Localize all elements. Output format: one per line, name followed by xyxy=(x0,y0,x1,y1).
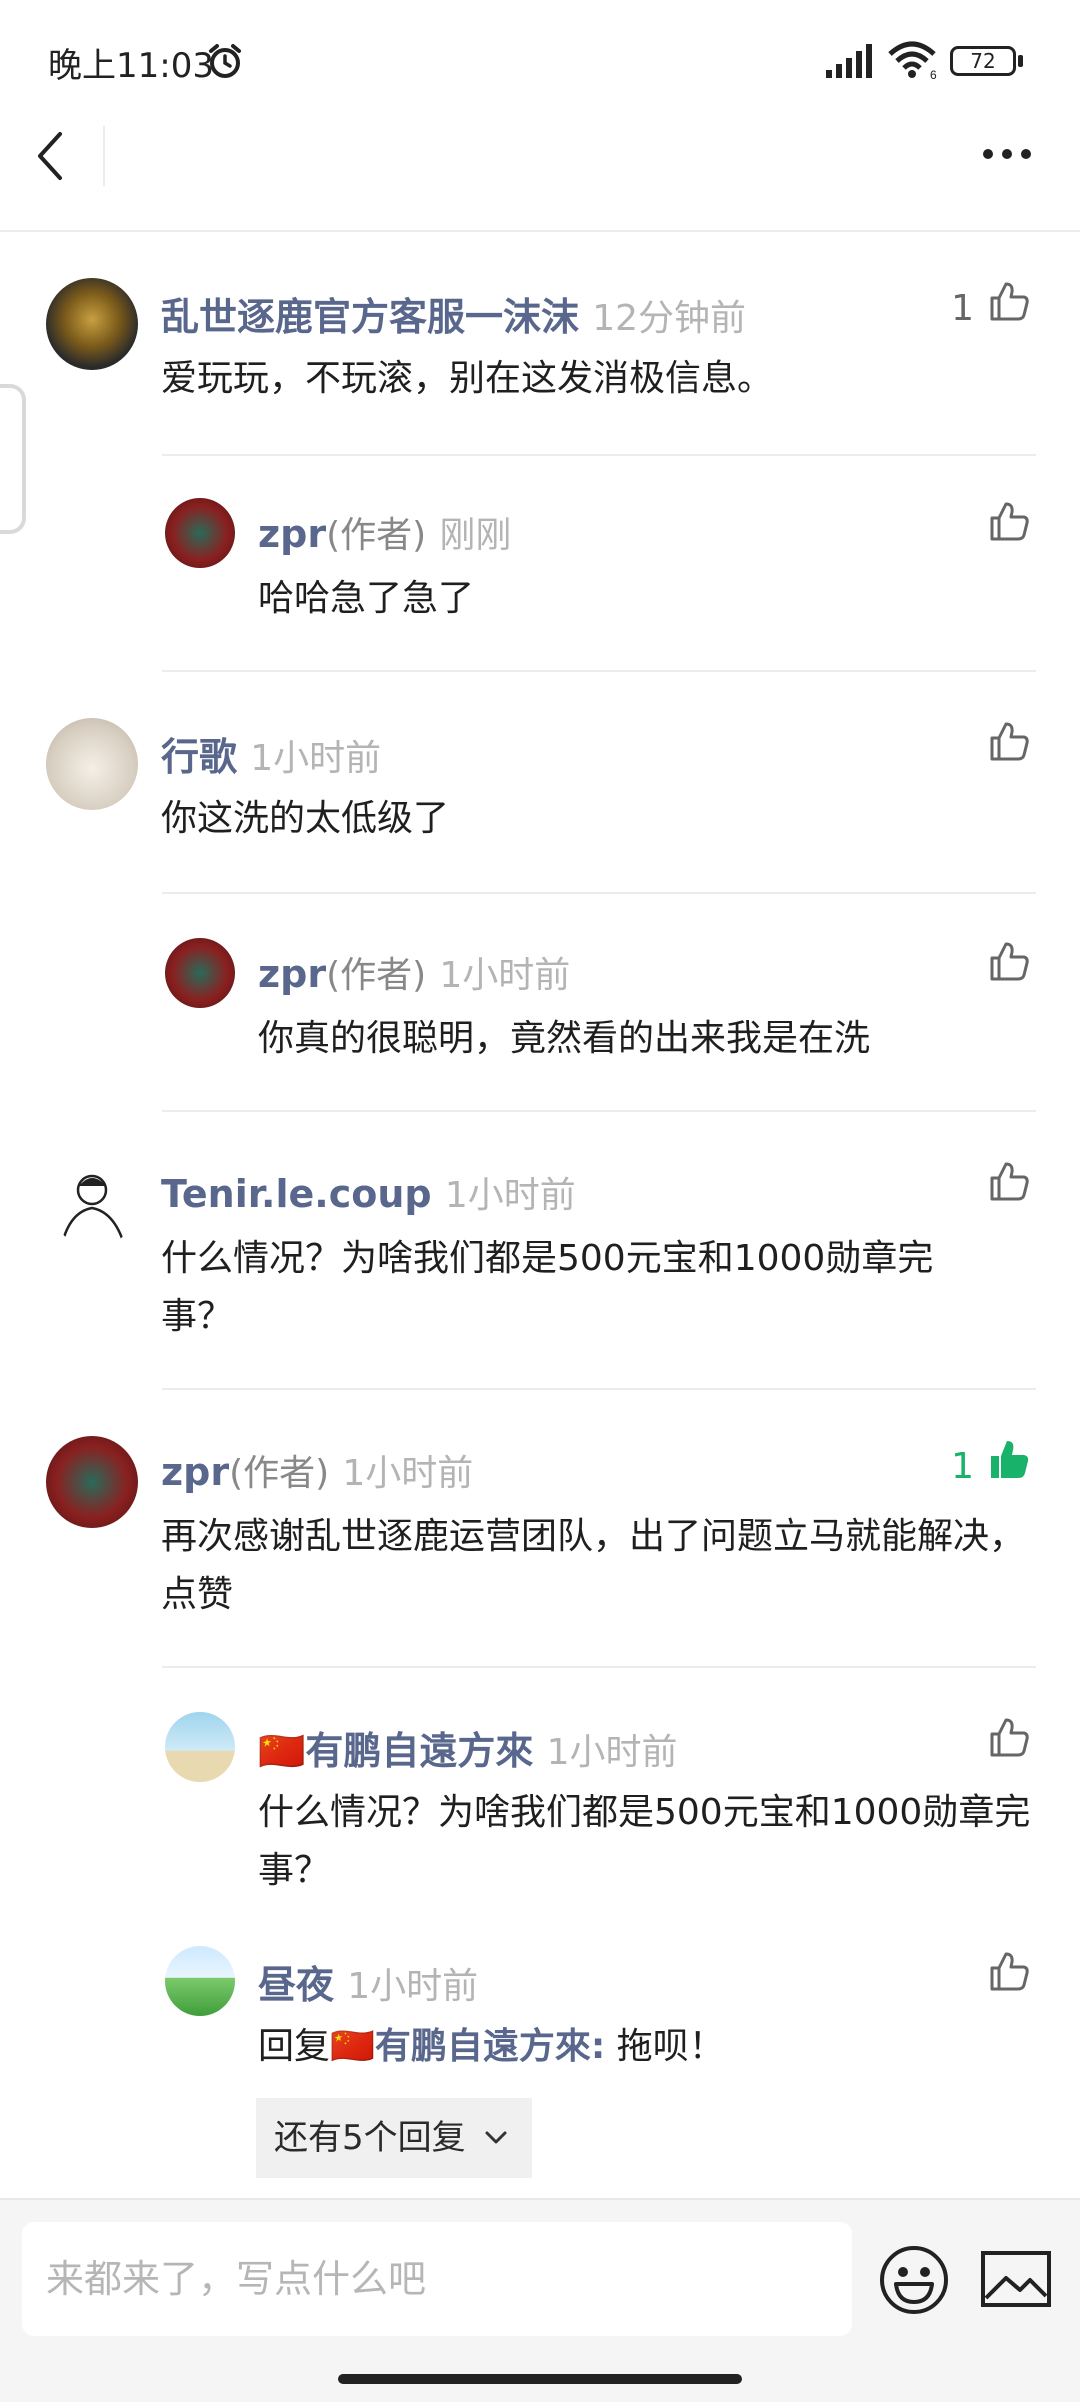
comment-text: 你这洗的太低级了 xyxy=(161,798,450,839)
avatar[interactable] xyxy=(46,1436,138,1528)
comment-author[interactable]: 行歌 1小时前 xyxy=(161,726,381,781)
comment-separator xyxy=(162,454,1036,456)
author-role: (作者) xyxy=(326,515,427,556)
thumbs-up-icon[interactable] xyxy=(988,1950,1030,1992)
comment-input[interactable]: 来都来了，写点什么吧 xyxy=(22,2222,852,2336)
comment-time: 1小时前 xyxy=(250,738,382,779)
more-icon[interactable] xyxy=(982,148,1032,160)
comment-author[interactable]: zpr(作者) 1小时前 xyxy=(161,1444,473,1496)
comment-separator xyxy=(162,892,1036,894)
status-time: 晚上11:03 xyxy=(48,46,214,86)
battery-icon: 72 xyxy=(950,46,1016,76)
more-replies-label: 还有5个回复 xyxy=(274,2118,466,2158)
signal-icon xyxy=(826,44,872,78)
comment-time: 12分钟前 xyxy=(592,298,747,339)
comment-text: 哈哈急了急了 xyxy=(258,578,475,619)
like-count: 1 xyxy=(951,288,974,329)
home-indicator[interactable] xyxy=(338,2374,742,2384)
scroll-edge-handle[interactable] xyxy=(0,384,26,534)
avatar[interactable] xyxy=(46,718,138,810)
comment-input-placeholder: 来都来了，写点什么吧 xyxy=(46,2257,427,2301)
comment-text: 你真的很聪明，竟然看的出来我是在洗 xyxy=(258,1018,871,1059)
comment-time: 1小时前 xyxy=(546,1732,678,1773)
comment-text: 再次感谢乱世逐鹿运营团队，出了问题立马就能解决，点赞 xyxy=(161,1516,1026,1615)
like-count: 1 xyxy=(951,1446,974,1487)
comment-time: 1小时前 xyxy=(347,1966,479,2007)
comment-time: 1小时前 xyxy=(444,1175,576,1216)
comment-text: 爱玩玩，不玩滚，别在这发消极信息。 xyxy=(161,358,774,399)
comment-text: 什么情况？为啥我们都是500元宝和1000勋章完事？ xyxy=(161,1238,934,1337)
emoji-icon[interactable] xyxy=(878,2244,950,2316)
reply-target[interactable]: 🇨🇳有鹏自遠方來: xyxy=(330,2026,605,2067)
comment-author[interactable]: 🇨🇳有鹏自遠方來 1小时前 xyxy=(258,1720,677,1775)
thumbs-up-filled-icon[interactable] xyxy=(988,1438,1030,1480)
thumbs-up-icon[interactable] xyxy=(988,1160,1030,1202)
more-replies-button[interactable]: 还有5个回复 xyxy=(256,2098,532,2178)
author-role: (作者) xyxy=(326,955,427,996)
avatar[interactable] xyxy=(165,1712,235,1782)
comment-time: 1小时前 xyxy=(342,1453,474,1494)
reply-text: 拖呗！ xyxy=(605,2026,725,2067)
sketch-avatar-icon xyxy=(60,1174,126,1245)
thumbs-up-icon[interactable] xyxy=(988,720,1030,762)
comment-author[interactable]: 乱世逐鹿官方客服一沫沫 12分钟前 xyxy=(161,286,746,341)
thumbs-up-icon[interactable] xyxy=(988,940,1030,982)
comment-text: 回复🇨🇳有鹏自遠方來: 拖呗！ xyxy=(258,2018,1048,2076)
comment-separator xyxy=(162,1666,1036,1668)
comment-time: 刚刚 xyxy=(439,515,512,556)
image-icon[interactable] xyxy=(980,2250,1052,2308)
battery-tip xyxy=(1018,55,1023,67)
wifi-icon: 6 xyxy=(888,41,937,80)
comment-author[interactable]: Tenir.le.coup 1小时前 xyxy=(161,1166,576,1218)
author-role: (作者) xyxy=(229,1453,330,1494)
avatar[interactable] xyxy=(165,1946,235,2016)
comment-time: 1小时前 xyxy=(439,955,571,996)
avatar[interactable] xyxy=(52,1164,136,1248)
comment-author[interactable]: zpr(作者) 刚刚 xyxy=(258,506,511,558)
comment-separator xyxy=(162,1110,1036,1112)
thumbs-up-icon[interactable] xyxy=(988,280,1030,322)
svg-text:6: 6 xyxy=(930,68,937,80)
avatar[interactable] xyxy=(46,278,138,370)
thumbs-up-icon[interactable] xyxy=(988,500,1030,542)
avatar[interactable] xyxy=(165,498,235,568)
comment-author[interactable]: 昼夜 1小时前 xyxy=(258,1954,478,2009)
comment-text: 什么情况？为啥我们都是500元宝和1000勋章完事？ xyxy=(258,1792,1031,1891)
chevron-down-icon xyxy=(485,2131,507,2144)
nav-separator xyxy=(0,230,1080,232)
comment-separator xyxy=(162,1388,1036,1390)
thumbs-up-icon[interactable] xyxy=(988,1716,1030,1758)
comment-author[interactable]: zpr(作者) 1小时前 xyxy=(258,946,570,998)
avatar[interactable] xyxy=(165,938,235,1008)
reply-prefix: 回复 xyxy=(258,2026,331,2067)
back-icon[interactable] xyxy=(34,130,66,182)
comment-separator xyxy=(162,670,1036,672)
alarm-icon xyxy=(209,44,241,78)
nav-divider xyxy=(103,126,105,186)
